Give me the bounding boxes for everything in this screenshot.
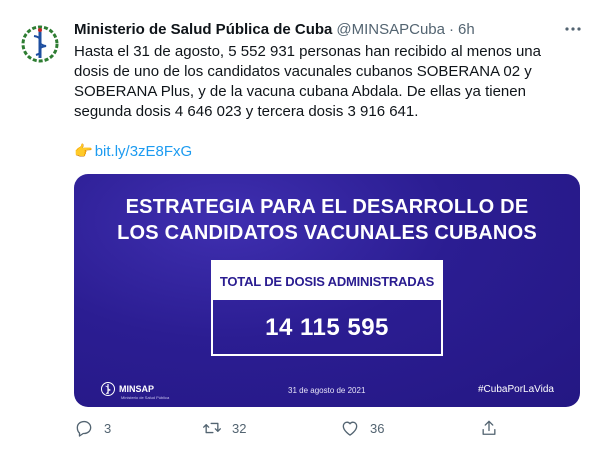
pointing-hand-icon: 👉 [74,143,93,160]
like-count: 36 [370,420,385,436]
tweet-text: Hasta el 31 de agosto, 5 552 931 persona… [74,43,541,120]
avatar[interactable] [16,20,64,68]
minsap-emblem-icon [21,25,59,63]
dose-box: TOTAL DE DOSIS ADMINISTRADAS 14 115 595 [211,260,443,356]
card-hashtag: #CubaPorLaVida [478,384,554,395]
minsap-logo: MINSAP Ministerio de Salud Pública [100,381,169,400]
more-options-icon[interactable] [562,18,584,40]
card-title-line2: LOS CANDIDATOS VACUNALES CUBANOS [117,222,537,244]
share-button[interactable] [479,418,499,438]
dose-value: 14 115 595 [265,314,389,341]
tweet-header: Ministerio de Salud Pública de Cuba @MIN… [74,18,584,40]
link-line: 👉 bit.ly/3zE8FxG [74,142,584,162]
media-card[interactable]: ESTRATEGIA PARA EL DESARROLLO DE LOS CAN… [74,174,580,407]
card-footer: MINSAP Ministerio de Salud Pública 31 de… [74,375,580,407]
author-handle[interactable]: @MINSAPCuba [336,21,445,38]
reply-button[interactable]: 3 [74,418,111,438]
retweet-icon [203,422,221,434]
heart-icon [342,421,358,436]
dose-label-band: TOTAL DE DOSIS ADMINISTRADAS [213,262,441,300]
separator: · [449,20,454,38]
card-title-line1: ESTRATEGIA PARA EL DESARROLLO DE [125,196,529,218]
reply-count: 3 [104,420,112,436]
card-date: 31 de agosto de 2021 [288,386,366,395]
dose-label: TOTAL DE DOSIS ADMINISTRADAS [219,273,435,289]
minsap-logo-text: MINSAP [119,384,155,394]
author-name[interactable]: Ministerio de Salud Pública de Cuba [74,21,332,38]
reply-icon [76,420,92,437]
tweet-actions: 3 32 36 [74,418,514,440]
retweet-count: 32 [232,420,247,436]
card-title: ESTRATEGIA PARA EL DESARROLLO DE LOS CAN… [74,194,580,246]
minsap-logo-subtext: Ministerio de Salud Pública [121,395,170,400]
share-icon [482,420,496,435]
like-button[interactable]: 36 [340,418,384,438]
tweet-time[interactable]: 6h [458,21,475,38]
retweet-button[interactable]: 32 [202,418,246,438]
tweet-link[interactable]: bit.ly/3zE8FxG [95,142,193,162]
minsap-logo-icon [101,382,115,396]
